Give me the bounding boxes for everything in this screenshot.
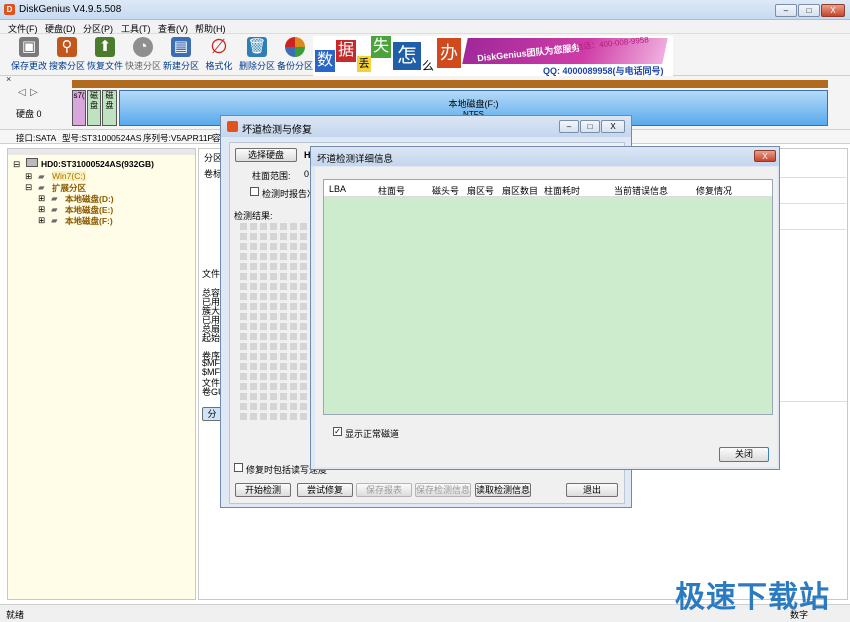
watermark: 极速下载站 [675, 581, 830, 614]
cylinder-from-input[interactable]: 0 [304, 169, 309, 179]
column-error-info[interactable]: 当前错误信息 [614, 184, 668, 197]
drive-icon: ▰ [38, 171, 45, 181]
exit-button[interactable]: 退出 [566, 483, 618, 497]
detail-close-button[interactable]: 关闭 [719, 447, 769, 462]
start-check-button[interactable]: 开始检测 [235, 483, 291, 497]
sector-grid [240, 221, 318, 423]
interface-text: 接口:SATA [16, 133, 57, 143]
extended-partition-bar [72, 80, 828, 88]
disk-tree-pane: ⊟ HD0:ST31000524AS(932GB) ⊞ ▰ Win7(C:) ⊟… [7, 148, 196, 600]
banner-char: 办 [437, 38, 461, 68]
tree-expand-icon[interactable]: ⊞ [25, 171, 32, 182]
banner-char: 么 [421, 58, 435, 74]
tree-expand-icon[interactable]: ⊞ [38, 215, 45, 226]
tree-item-f[interactable]: 本地磁盘(F:) [65, 215, 113, 227]
show-normal-label: 显示正常磁道 [345, 429, 400, 439]
cylinder-range-label: 柱面范围: [252, 171, 291, 181]
search-icon: ⚲ [57, 37, 77, 57]
tree-header [8, 149, 195, 155]
column-cylinder-time[interactable]: 柱面耗时 [544, 184, 580, 197]
column-sector[interactable]: 扇区号 [467, 184, 494, 197]
detail-body: LBA 柱面号 磁头号 扇区号 扇区数目 柱面耗时 当前错误信息 修复情况 ✓ … [315, 167, 777, 467]
dialog-title-bar: 坏道检测与修复 – □ X [221, 116, 631, 137]
app-logo-icon: D [4, 4, 15, 15]
column-head[interactable]: 磁头号 [432, 184, 459, 197]
save-icon: ▣ [19, 37, 39, 57]
menu-bar: 文件(F) 硬盘(D) 分区(P) 工具(T) 查看(V) 帮助(H) [0, 20, 850, 34]
next-disk-icon[interactable]: ▷ [30, 87, 38, 98]
dialog-maximize-button[interactable]: □ [580, 120, 600, 133]
analyze-button[interactable]: 分 [202, 407, 222, 421]
drive-icon: ▰ [51, 193, 58, 203]
column-lba[interactable]: LBA [329, 184, 346, 194]
detail-title-bar: 坏道检测详细信息 X [311, 147, 779, 166]
column-sector-count[interactable]: 扇区数目 [502, 184, 538, 197]
format-icon: ∅ [210, 36, 228, 58]
save-report-button[interactable]: 保存报表 [356, 483, 412, 497]
banner-char: 失 [371, 36, 391, 58]
promo-banner[interactable]: 数 据 丢 失 怎 么 办 DiskGenius团队为您服务 电话：400-00… [313, 36, 673, 76]
partition-d-block[interactable]: 磁盘 [87, 90, 101, 126]
drive-icon: ▰ [51, 204, 58, 214]
new-partition-icon: ▤ [171, 37, 191, 57]
backup-partition-button[interactable]: 备份分区 [276, 37, 314, 75]
try-repair-button[interactable]: 尝试修复 [297, 483, 353, 497]
dialog-app-icon [227, 121, 238, 132]
bad-sector-detail-dialog: 坏道检测详细信息 X LBA 柱面号 磁头号 扇区号 扇区数目 柱面耗时 当前错… [310, 146, 780, 470]
serial-text: 序列号:V5APR11P [143, 133, 214, 143]
tree-expand-icon[interactable]: ⊟ [25, 182, 32, 193]
recover-icon: ⬆ [95, 37, 115, 57]
partition-e-label: 磁盘 [105, 91, 114, 110]
model-text: 型号:ST31000524AS [62, 133, 142, 143]
dialog-close-button[interactable]: X [601, 120, 625, 133]
disk-label: 硬盘 0 [16, 109, 42, 119]
dialog-title: 坏道检测与修复 [242, 125, 312, 136]
partition-d-label: 磁盘 [90, 91, 98, 110]
report-checkbox-label: 检测时报告准 [262, 189, 317, 199]
tree-expand-icon[interactable]: ⊟ [13, 159, 20, 170]
status-text: 就绪 [6, 610, 25, 620]
show-normal-checkbox[interactable]: ✓ [333, 427, 342, 436]
list-header: LBA 柱面号 磁头号 扇区号 扇区数目 柱面耗时 当前错误信息 修复情况 [324, 180, 772, 197]
minimize-button[interactable]: – [775, 4, 797, 17]
partition-e-block[interactable]: 磁盘 [102, 90, 117, 126]
app-title: DiskGenius V4.9.5.508 [19, 4, 122, 15]
banner-char: 丢 [357, 56, 371, 72]
column-repair-status[interactable]: 修复情况 [696, 184, 732, 197]
detail-title: 坏道检测详细信息 [317, 154, 394, 165]
drive-icon: ▰ [38, 182, 45, 192]
harddisk-icon [26, 158, 38, 167]
close-map-icon[interactable]: × [6, 74, 11, 84]
banner-char: 怎 [393, 42, 421, 70]
detail-label: 起始 [202, 333, 221, 343]
maximize-button[interactable]: □ [798, 4, 820, 17]
partition-c-block[interactable]: s7( [72, 90, 86, 126]
tree-item-c[interactable]: Win7(C:) [52, 171, 86, 181]
close-button[interactable]: X [821, 4, 845, 17]
dialog-minimize-button[interactable]: – [559, 120, 579, 133]
read-check-info-button[interactable]: 读取检测信息 [475, 483, 531, 497]
delete-icon: 🗑 [247, 37, 267, 57]
quick-partition-icon: ◔ [133, 37, 153, 57]
bad-sector-list[interactable]: LBA 柱面号 磁头号 扇区号 扇区数目 柱面耗时 当前错误信息 修复情况 [323, 179, 773, 415]
partition-c-label: s7( [73, 91, 85, 100]
banner-qq: QQ: 4000089958(与电话同号) [543, 66, 664, 76]
banner-char: 据 [336, 40, 356, 62]
prev-disk-icon[interactable]: ◁ [18, 87, 26, 98]
backup-icon [285, 37, 305, 57]
write-speed-checkbox[interactable] [234, 463, 243, 472]
tree-expand-icon[interactable]: ⊞ [38, 193, 45, 204]
banner-char: 数 [315, 50, 335, 72]
select-disk-button[interactable]: 选择硬盘 [235, 148, 297, 162]
report-checkbox[interactable] [250, 187, 259, 196]
tree-expand-icon[interactable]: ⊞ [38, 204, 45, 215]
partition-f-name: 本地磁盘(F:) [448, 99, 499, 109]
drive-icon: ▰ [51, 215, 58, 225]
app-title-bar: D DiskGenius V4.9.5.508 – □ X [0, 0, 850, 20]
column-cylinder[interactable]: 柱面号 [378, 184, 405, 197]
save-check-info-button[interactable]: 保存检测信息 [415, 483, 471, 497]
file-system-label: 文件 [202, 269, 221, 279]
tree-disk[interactable]: HD0:ST31000524AS(932GB) [41, 159, 154, 169]
detail-close-x-button[interactable]: X [754, 150, 776, 162]
